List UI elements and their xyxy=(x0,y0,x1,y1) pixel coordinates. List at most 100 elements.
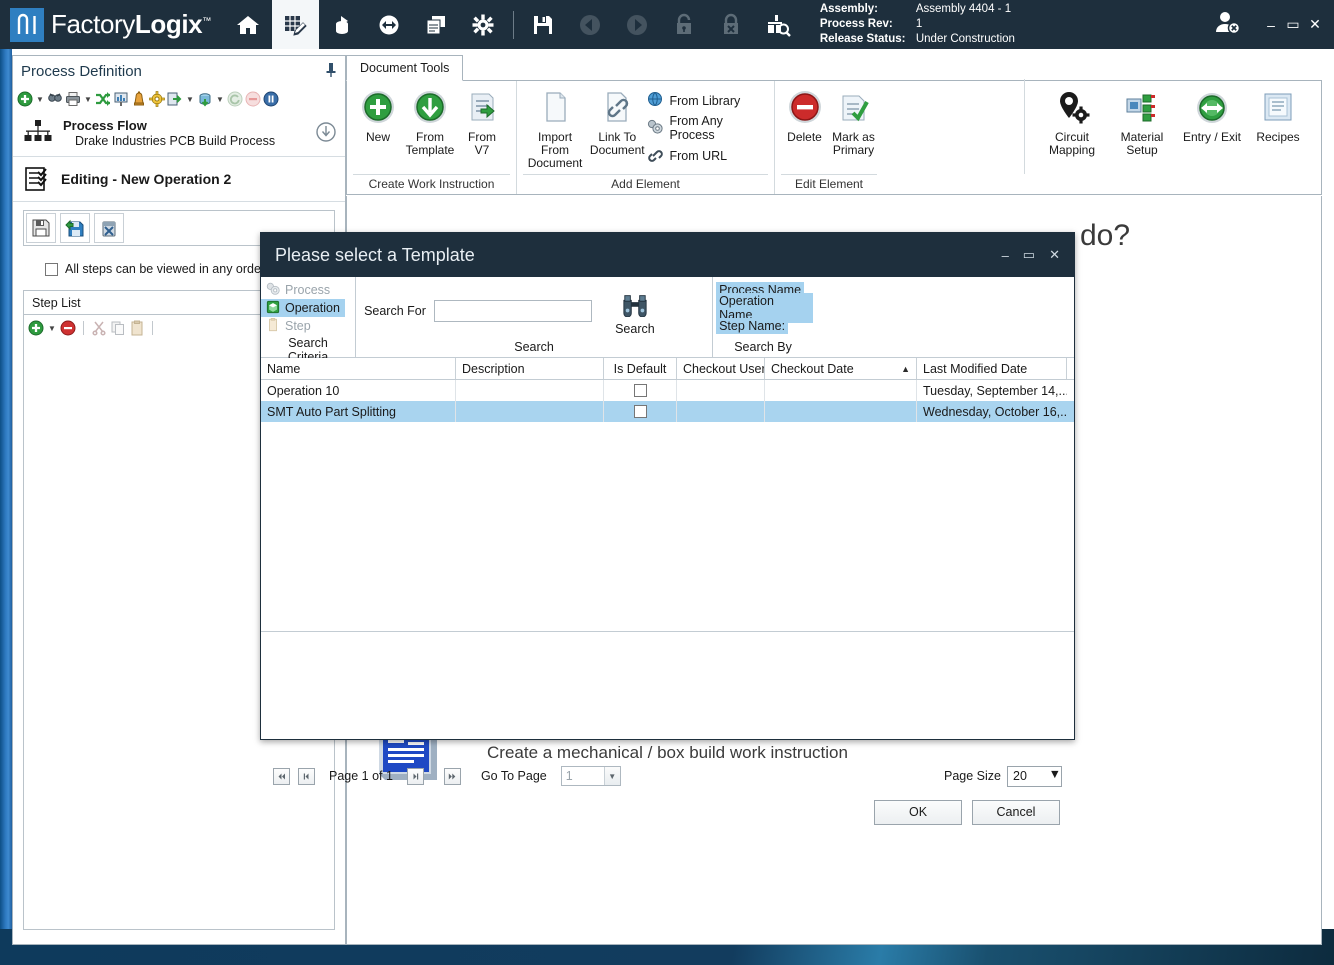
checkbox-box[interactable] xyxy=(45,263,58,276)
add-step-icon[interactable] xyxy=(28,320,44,336)
factorylogix-logo: FactoryLogix™ xyxy=(0,8,211,42)
delete-button-label: Delete xyxy=(787,131,822,144)
from-any-process-button[interactable]: From Any Process xyxy=(647,114,768,142)
ok-button[interactable]: OK xyxy=(874,800,962,825)
dialog-maximize-button[interactable]: ▭ xyxy=(1023,247,1035,263)
table-row[interactable]: SMT Auto Part Splitting Wednesday, Octob… xyxy=(261,401,1074,422)
tab-document-tools[interactable]: Document Tools xyxy=(346,55,463,81)
save-as-icon[interactable] xyxy=(60,213,90,243)
release-status-label: Release Status: xyxy=(820,32,916,47)
recipes-button[interactable]: Recipes xyxy=(1249,87,1307,144)
pin-icon[interactable] xyxy=(325,63,337,80)
from-template-button[interactable]: From Template xyxy=(405,85,455,157)
column-header-last-modified[interactable]: Last Modified Date xyxy=(917,358,1067,379)
column-header-is-default[interactable]: Is Default xyxy=(604,358,677,379)
lock-cancel-icon[interactable] xyxy=(708,0,755,49)
forward-arrow-icon[interactable] xyxy=(614,0,661,49)
user-logout-icon[interactable] xyxy=(1212,10,1242,39)
chart-icon[interactable] xyxy=(113,91,129,107)
process-search-icon[interactable] xyxy=(755,0,802,49)
find-icon[interactable] xyxy=(47,91,63,107)
down-arrow-circle-icon[interactable] xyxy=(315,121,337,146)
dialog-minimize-button[interactable]: – xyxy=(1002,248,1009,263)
from-library-button[interactable]: From Library xyxy=(647,91,768,110)
criteria-process[interactable]: Process xyxy=(261,281,345,299)
search-input[interactable] xyxy=(434,300,592,322)
import-from-document-button[interactable]: Import From Document xyxy=(523,85,587,170)
minimize-button[interactable]: – xyxy=(1260,12,1282,38)
add-icon[interactable] xyxy=(17,91,33,107)
column-header-checkout-date-label: Checkout Date xyxy=(771,362,854,376)
cell-is-default[interactable] xyxy=(604,401,677,422)
home-icon[interactable] xyxy=(225,0,272,49)
back-arrow-icon[interactable] xyxy=(567,0,614,49)
settings-gear-icon[interactable] xyxy=(460,0,507,49)
cancel-button[interactable]: Cancel xyxy=(972,800,1060,825)
search-by-operation-name[interactable]: Operation Name xyxy=(713,299,813,317)
save-icon[interactable] xyxy=(520,0,567,49)
goto-page-stepper[interactable]: 1 ▼ xyxy=(561,766,621,786)
from-v7-button[interactable]: From V7 xyxy=(457,85,507,157)
search-criteria-group: Process Operation Step Search Criteria xyxy=(261,277,356,357)
dropdown-caret-icon[interactable]: ▼ xyxy=(185,95,195,104)
first-page-button[interactable] xyxy=(273,768,290,785)
chevron-down-icon[interactable]: ▼ xyxy=(604,767,620,785)
print-icon[interactable] xyxy=(65,91,81,107)
page-size-control: Page Size 20 ▼ xyxy=(944,766,1062,787)
search-button[interactable]: Search xyxy=(600,285,670,336)
close-button[interactable]: ✕ xyxy=(1304,12,1326,38)
save-icon[interactable] xyxy=(26,213,56,243)
gear-orange-icon[interactable] xyxy=(149,91,165,107)
material-setup-button[interactable]: Material Setup xyxy=(1109,87,1175,157)
criteria-operation[interactable]: Operation xyxy=(261,299,345,317)
dropdown-caret-icon[interactable]: ▼ xyxy=(83,95,93,104)
entry-exit-button[interactable]: Entry / Exit xyxy=(1179,87,1245,144)
column-header-checkout-user[interactable]: Checkout User xyxy=(677,358,765,379)
process-flow-row[interactable]: Process Flow Drake Industries PCB Build … xyxy=(13,112,345,157)
maximize-button[interactable]: ▭ xyxy=(1282,12,1304,38)
materials-icon[interactable] xyxy=(319,0,366,49)
mark-as-primary-button[interactable]: Mark as Primary xyxy=(830,85,877,157)
delete-step-icon[interactable] xyxy=(60,320,76,336)
table-row[interactable]: Operation 10 Tuesday, September 14,... xyxy=(261,380,1074,401)
dropdown-caret-icon[interactable]: ▼ xyxy=(35,95,45,104)
bell-icon[interactable] xyxy=(131,91,147,107)
binoculars-icon xyxy=(620,291,650,320)
dialog-close-button[interactable]: ✕ xyxy=(1049,247,1060,263)
criteria-step[interactable]: Step xyxy=(261,317,345,335)
column-header-name[interactable]: Name xyxy=(261,358,456,379)
new-button[interactable]: New xyxy=(353,85,403,144)
sort-ascending-icon: ▲ xyxy=(901,364,910,374)
dropdown-caret-icon[interactable]: ▼ xyxy=(215,95,225,104)
previous-page-button[interactable] xyxy=(298,768,315,785)
cell-checkout-date xyxy=(765,380,917,401)
circuit-mapping-button[interactable]: Circuit Mapping xyxy=(1039,87,1105,157)
link-to-document-button[interactable]: Link To Document xyxy=(589,85,645,157)
shuffle-icon[interactable] xyxy=(95,91,111,107)
column-header-checkout-date[interactable]: Checkout Date ▲ xyxy=(765,358,917,379)
page-size-select[interactable]: 20 ▼ xyxy=(1007,766,1062,787)
navigate-icon[interactable] xyxy=(366,0,413,49)
cell-is-default[interactable] xyxy=(604,380,677,401)
pause-icon[interactable] xyxy=(263,91,279,107)
column-header-description[interactable]: Description xyxy=(456,358,604,379)
discard-icon[interactable] xyxy=(94,213,124,243)
from-url-button[interactable]: From URL xyxy=(647,146,768,165)
release-status-value: Under Construction xyxy=(916,32,1015,47)
process-definition-icon[interactable] xyxy=(272,0,319,49)
unlock-icon[interactable] xyxy=(661,0,708,49)
editing-row[interactable]: Editing - New Operation 2 xyxy=(13,157,345,202)
toolbar-divider xyxy=(152,321,153,335)
windows-icon[interactable] xyxy=(413,0,460,49)
dropdown-caret-icon[interactable]: ▼ xyxy=(47,324,57,333)
next-page-button[interactable] xyxy=(407,768,424,785)
last-page-button[interactable] xyxy=(444,768,461,785)
export-icon[interactable] xyxy=(167,91,183,107)
assembly-value: Assembly 4404 - 1 xyxy=(916,2,1011,17)
import-icon[interactable] xyxy=(197,91,213,107)
is-default-checkbox[interactable] xyxy=(634,405,647,418)
delete-button[interactable]: Delete xyxy=(781,85,828,144)
is-default-checkbox[interactable] xyxy=(634,384,647,397)
chevron-down-icon[interactable]: ▼ xyxy=(1049,767,1061,786)
grid-body: Operation 10 Tuesday, September 14,... S… xyxy=(261,380,1074,632)
